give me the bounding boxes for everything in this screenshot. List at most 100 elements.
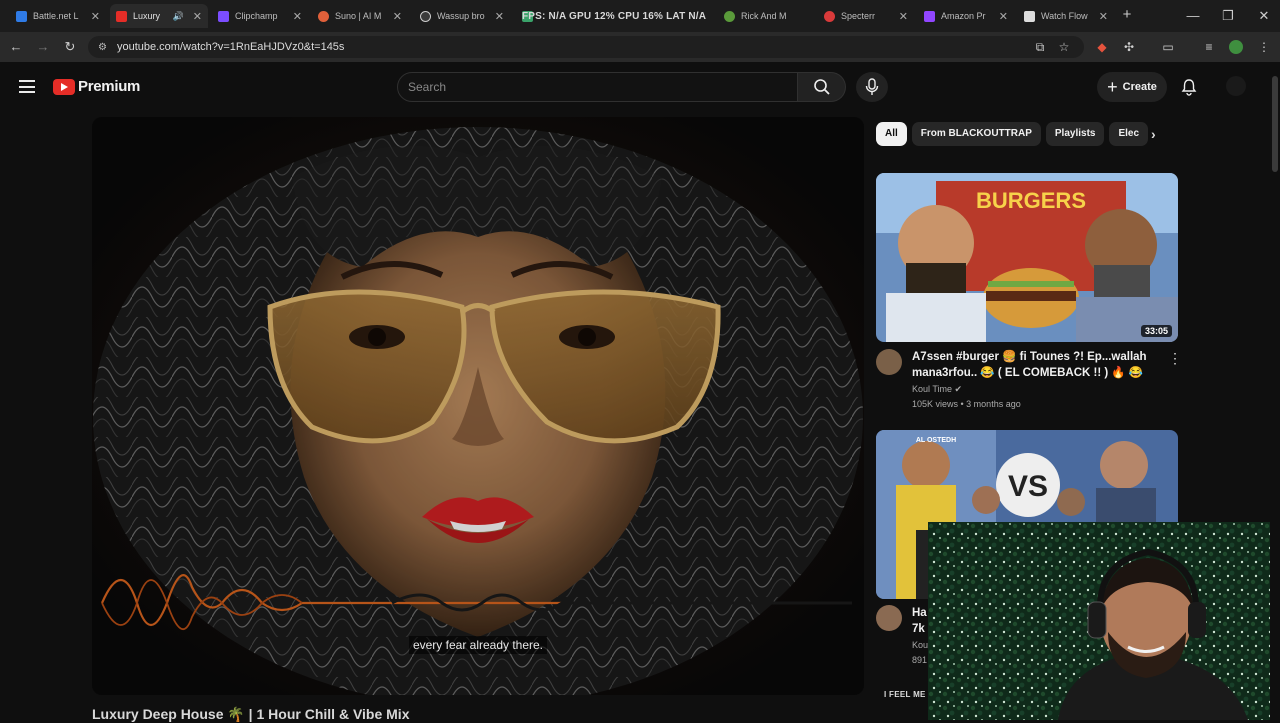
next-thumbnail-label: I FEEL ME [884, 690, 926, 699]
close-tab-icon[interactable]: ✕ [393, 10, 402, 23]
address-bar[interactable]: ⚙ youtube.com/watch?v=1RnEaHJDVz0&t=145s [88, 36, 1084, 58]
close-tab-icon[interactable]: ✕ [1099, 10, 1108, 23]
tab-watchflow[interactable]: Watch Flow ✕ [1018, 4, 1114, 28]
close-tab-icon[interactable]: ✕ [899, 10, 908, 23]
webcam-feed-image [928, 522, 1280, 720]
youtube-premium-logo[interactable]: Premium [53, 78, 140, 95]
browser-toolbar: ← → ↻ ⚙ youtube.com/watch?v=1RnEaHJDVz0&… [0, 32, 1280, 62]
back-arrow-icon[interactable]: ← [8, 39, 24, 54]
close-window-button[interactable]: ✕ [1256, 8, 1272, 24]
tab-youtube-active[interactable]: Luxury 🔊 ✕ [110, 4, 208, 28]
caption-text: every fear already there. [408, 636, 548, 654]
thumbnail-image: BURGERS [876, 173, 1178, 342]
clipchamp-icon [218, 10, 229, 22]
thumbnail-sign-text: BURGERS [976, 188, 1086, 213]
microphone-icon [865, 78, 879, 95]
page-scrollbar[interactable] [1270, 62, 1280, 720]
channel-avatar[interactable] [876, 605, 902, 631]
tab-suno[interactable]: Suno | AI M ✕ [312, 4, 408, 28]
recommendation-title-line1: Ha [912, 607, 927, 619]
tab-title: Battle.net L [33, 11, 79, 21]
recommendation-title-line2: 7k [912, 623, 925, 635]
youtube-play-icon [53, 78, 75, 95]
close-tab-icon[interactable]: ✕ [91, 10, 100, 23]
close-tab-icon[interactable]: ✕ [193, 10, 202, 23]
performance-overlay: FPS: N/A GPU 12% CPU 16% LAT N/A [522, 11, 707, 22]
rick-icon [724, 10, 735, 22]
tab-clipchamp[interactable]: Clipchamp ✕ [212, 4, 308, 28]
media-control-icon[interactable]: ≡ [1201, 40, 1217, 54]
tab-title: Amazon Pr [941, 11, 986, 21]
tab-title: Wassup bro [437, 11, 485, 21]
video-frame-artwork [92, 117, 864, 695]
tab-rick[interactable]: Rick And M [718, 4, 814, 28]
profile-avatar-icon[interactable] [1229, 40, 1243, 54]
video-caption: every fear already there. [92, 636, 864, 654]
channel-avatar[interactable] [876, 349, 902, 375]
chip-all[interactable]: All [876, 122, 907, 146]
new-tab-button[interactable]: + [1119, 6, 1135, 23]
search-button[interactable] [798, 72, 846, 102]
specterr-icon [824, 10, 835, 22]
channel-name[interactable]: Kou [912, 640, 928, 650]
menu-kebab-icon[interactable]: ⋮ [1256, 40, 1272, 54]
minimize-button[interactable]: — [1185, 8, 1201, 23]
reload-icon[interactable]: ↻ [62, 39, 78, 55]
twitch-icon [924, 10, 935, 22]
battlenet-icon [16, 10, 27, 22]
logo-text: Premium [78, 78, 141, 95]
chip-from-channel[interactable]: From BLACKOUTTRAP [911, 122, 1041, 146]
recommendation-thumbnail[interactable]: BURGERS 33:05 [876, 173, 1178, 342]
youtube-header: Premium + Create [0, 62, 1270, 112]
video-player[interactable]: every fear already there. [92, 117, 864, 695]
tab-chatgpt[interactable]: Wassup bro ✕ [414, 4, 510, 28]
voice-search-button[interactable] [856, 72, 888, 102]
webcam-overlay [928, 522, 1280, 720]
search-input[interactable] [408, 80, 797, 94]
view-stats: 105K views • 3 months ago [912, 399, 1021, 409]
tab-title: Specterr [841, 11, 876, 21]
tab-battlenet[interactable]: Battle.net L ✕ [10, 4, 106, 28]
create-button[interactable]: + Create [1097, 72, 1167, 102]
chatgpt-icon [420, 10, 431, 22]
restore-button[interactable]: ❐ [1220, 8, 1236, 24]
chip-electronic[interactable]: Elec [1109, 122, 1149, 146]
tab-title: Luxury [133, 11, 161, 21]
tab-title: Rick And M [741, 11, 787, 21]
thumbnail-vs-text: VS [1008, 470, 1048, 503]
close-tab-icon[interactable]: ✕ [495, 10, 504, 23]
close-tab-icon[interactable]: ✕ [999, 10, 1008, 23]
thumbnail-label-text: AL OSTEDH [916, 437, 956, 444]
plus-icon: + [1107, 77, 1118, 97]
hamburger-menu-icon[interactable] [19, 80, 35, 93]
recommendation-title[interactable]: A7ssen #burger 🍔 fi Tounes ?! Ep...walla… [912, 349, 1156, 381]
site-info-icon[interactable]: ⚙ [98, 42, 107, 53]
scrollbar-thumb[interactable] [1272, 76, 1278, 172]
filter-chips: All From BLACKOUTTRAP Playlists Elec [876, 122, 1170, 148]
extension-icon[interactable]: ◆ [1094, 40, 1110, 54]
tab-title: Suno | AI M [335, 11, 382, 21]
view-stats: 891 [912, 655, 928, 665]
tab-title: Clipchamp [235, 11, 278, 21]
more-options-icon[interactable]: ⋮ [1168, 350, 1182, 367]
speaker-icon[interactable]: 🔊 [173, 11, 184, 22]
close-tab-icon[interactable]: ✕ [293, 10, 302, 23]
video-title: Luxury Deep House 🌴 | 1 Hour Chill & Vib… [92, 706, 410, 722]
tab-title: Watch Flow [1041, 11, 1088, 21]
account-avatar[interactable] [1226, 76, 1246, 96]
bookmark-star-icon[interactable]: ☆ [1056, 40, 1072, 54]
tab-specterr[interactable]: Specterr ✕ [818, 4, 914, 28]
forward-arrow-icon[interactable]: → [35, 39, 51, 54]
cast-icon[interactable]: ⧉ [1032, 40, 1048, 55]
side-panel-icon[interactable]: ▭ [1160, 40, 1176, 54]
tab-amazon[interactable]: Amazon Pr ✕ [918, 4, 1014, 28]
notifications-bell-icon[interactable] [1180, 78, 1198, 101]
extensions-puzzle-icon[interactable]: ✣ [1121, 40, 1137, 54]
chip-playlists[interactable]: Playlists [1045, 122, 1105, 146]
chevron-right-icon[interactable]: › [1151, 126, 1156, 142]
video-duration: 33:05 [1140, 325, 1172, 337]
watch-icon [1024, 10, 1035, 22]
channel-name[interactable]: Koul Time ✔ [912, 384, 962, 395]
suno-icon [318, 10, 329, 22]
search-icon [813, 79, 830, 95]
